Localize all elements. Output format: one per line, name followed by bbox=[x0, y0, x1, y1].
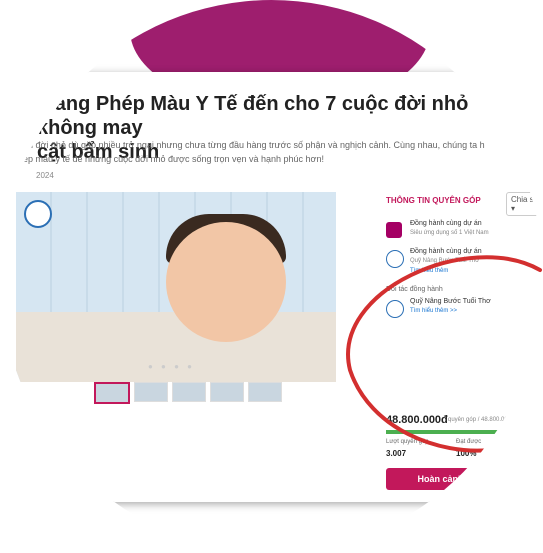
photo-blanket bbox=[16, 312, 336, 382]
partner-section-label: Đối tác đồng hành bbox=[386, 286, 443, 293]
thumbnail[interactable] bbox=[134, 382, 168, 402]
description-line-1: nh đời nhỏ dù gặp nhiều trở ngại nhưng c… bbox=[23, 140, 485, 150]
donation-page-screenshot: mang Phép Màu Y Tế đến cho 7 cuộc đời nh… bbox=[0, 72, 543, 502]
partner-name: Đồng hành cùng dự án bbox=[410, 220, 482, 227]
donation-amount-sub: quyên góp / 48.800.000đ bbox=[448, 417, 515, 423]
donation-amount: 48.800.000đ bbox=[386, 414, 448, 426]
partner-link[interactable]: Tìm hiểu thêm bbox=[410, 268, 448, 274]
partner-name: Quỹ Nâng Bước Tuổi Thơ bbox=[410, 298, 491, 305]
partner-sub: Siêu ứng dụng số 1 Việt Nam bbox=[410, 230, 489, 236]
thumbnail[interactable] bbox=[172, 382, 206, 402]
description-line-2: ép màu y tế để những cuộc đời nhỏ được s… bbox=[23, 154, 324, 164]
momo-icon bbox=[386, 222, 402, 238]
share-button[interactable]: Chia sẻ ▾ bbox=[506, 192, 543, 216]
stat-label: Lượt quyên góp bbox=[386, 439, 429, 445]
stat-value: 3.007 bbox=[386, 449, 407, 458]
partner-link[interactable]: Tìm hiểu thêm >> bbox=[410, 308, 457, 314]
progress-bar bbox=[386, 430, 543, 434]
foundation-logo-icon bbox=[386, 250, 404, 268]
thumbnail[interactable] bbox=[248, 382, 282, 402]
foundation-logo-icon bbox=[386, 300, 404, 318]
page-description: nh đời nhỏ dù gặp nhiều trở ngại nhưng c… bbox=[23, 138, 503, 166]
partner-foundation: Đồng hành cùng dự án Quỹ Nâng Bước Tuổi … bbox=[386, 248, 543, 274]
carousel-dots[interactable]: ● ● ● ● bbox=[148, 362, 195, 371]
photo-baby-face bbox=[166, 222, 286, 342]
thumbnail[interactable] bbox=[94, 382, 130, 404]
latest-case-button[interactable]: Hoàn cảnh mới nhất bbox=[386, 468, 536, 490]
stat-label: Đạt được bbox=[456, 439, 482, 445]
stat-value: 100% bbox=[456, 449, 477, 458]
partner-foundation-2: Quỹ Nâng Bước Tuổi Thơ Tìm hiểu thêm >> bbox=[386, 298, 543, 322]
stat-label: Đã đạt mục t bbox=[506, 439, 541, 445]
partner-name: Đồng hành cùng dự án bbox=[410, 248, 482, 255]
thumbnail-strip bbox=[94, 382, 282, 404]
panel-header: THÔNG TIN QUYÊN GÓP bbox=[386, 196, 481, 205]
hero-photo[interactable] bbox=[16, 192, 336, 382]
thumbnail[interactable] bbox=[210, 382, 244, 402]
publish-date: 2024 bbox=[36, 171, 54, 180]
partner-sub: Quỹ Nâng Bước Tuổi Thơ bbox=[410, 258, 480, 264]
progress-fill bbox=[386, 430, 543, 434]
foundation-logo-icon bbox=[24, 200, 52, 228]
circular-frame: mang Phép Màu Y Tế đến cho 7 cuộc đời nh… bbox=[0, 0, 543, 553]
share-label: Chia sẻ bbox=[511, 195, 539, 204]
partner-momo: Đồng hành cùng dự án Siêu ứng dụng số 1 … bbox=[386, 220, 543, 244]
